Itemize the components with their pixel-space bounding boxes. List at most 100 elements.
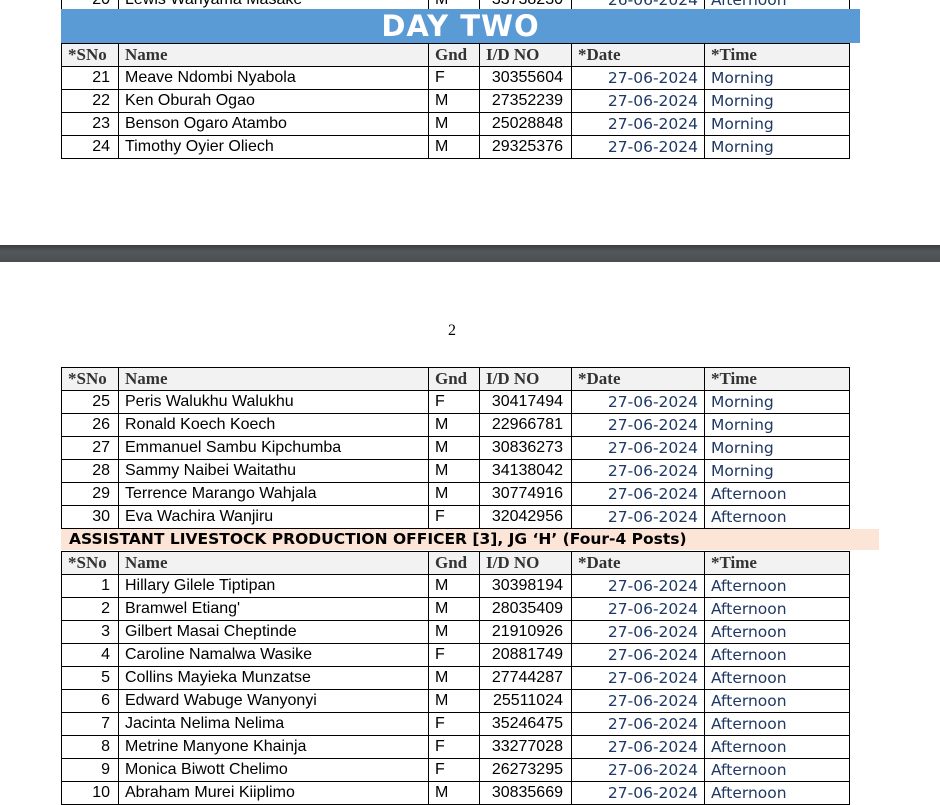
header-name: Name <box>118 367 429 391</box>
cell-id-number: 30836273 <box>479 436 572 460</box>
cell-gender: F <box>428 758 480 782</box>
header-gender: Gnd <box>428 43 480 67</box>
cell-date: 27-06-2024 <box>571 781 705 805</box>
header-date: *Date <box>571 43 705 67</box>
cell-id-number: 25511024 <box>479 689 572 713</box>
cell-date: 27-06-2024 <box>571 689 705 713</box>
cell-name: Hillary Gilele Tiptipan <box>118 574 429 598</box>
cell-id-number: 28035409 <box>479 597 572 621</box>
cell-time: Morning <box>704 66 850 90</box>
schedule-table-day-two: *SNo Name Gnd I/D NO *Date *Time 21 Meave… <box>61 43 850 159</box>
cell-time: Afternoon <box>704 735 850 759</box>
cell-date: 27-06-2024 <box>571 436 705 460</box>
schedule-table-continued: *SNo Name Gnd I/D NO *Date *Time 25 Peris… <box>61 367 850 529</box>
cell-gender: F <box>428 390 480 414</box>
cell-date: 27-06-2024 <box>571 666 705 690</box>
cell-time: Morning <box>704 459 850 483</box>
table-header-row: *SNo Name Gnd I/D NO *Date *Time <box>61 43 850 67</box>
cell-id-number: 32042956 <box>479 505 572 529</box>
page-number: 2 <box>448 322 456 339</box>
cell-id-number: 26273295 <box>479 758 572 782</box>
cell-date: 27-06-2024 <box>571 712 705 736</box>
cell-date: 27-06-2024 <box>571 505 705 529</box>
table-row: 4 Caroline Namalwa Wasike F 20881749 27-06-2… <box>61 643 850 667</box>
cell-time: Morning <box>704 89 850 113</box>
cell-time: Morning <box>704 413 850 437</box>
header-sno: *SNo <box>61 551 119 575</box>
day-banner: DAY TWO <box>61 9 860 43</box>
cell-time: Afternoon <box>704 666 850 690</box>
table-row: 6 Edward Wabuge Wanyonyi M 25511024 27-06-20… <box>61 689 850 713</box>
header-time: *Time <box>704 367 850 391</box>
cell-id-number: 30355604 <box>479 66 572 90</box>
cell-sno: 5 <box>61 666 119 690</box>
cell-gender: M <box>428 666 480 690</box>
cell-time: Afternoon <box>704 574 850 598</box>
cell-sno: 25 <box>61 390 119 414</box>
cell-time: Afternoon <box>704 505 850 529</box>
cell-name: Sammy Naibei Waitathu <box>118 459 429 483</box>
cell-sno: 26 <box>61 413 119 437</box>
cell-sno: 4 <box>61 643 119 667</box>
cell-sno: 6 <box>61 689 119 713</box>
cell-sno: 10 <box>61 781 119 805</box>
cell-date: 27-06-2024 <box>571 597 705 621</box>
cell-sno: 29 <box>61 482 119 506</box>
header-date: *Date <box>571 367 705 391</box>
cell-time: Afternoon <box>704 689 850 713</box>
cell-gender: M <box>428 89 480 113</box>
cell-name: Benson Ogaro Atambo <box>118 112 429 136</box>
header-date: *Date <box>571 551 705 575</box>
cell-gender: M <box>428 436 480 460</box>
table-row: 29 Terrence Marango Wahjala M 30774916 27-06… <box>61 482 850 506</box>
table-row: 7 Jacinta Nelima Nelima F 35246475 27-06-202… <box>61 712 850 736</box>
cell-id-number: 27744287 <box>479 666 572 690</box>
header-name: Name <box>118 551 429 575</box>
cell-sno: 24 <box>61 135 119 159</box>
header-gender: Gnd <box>428 551 480 575</box>
cell-time: Afternoon <box>704 781 850 805</box>
cell-id-number: 30774916 <box>479 482 572 506</box>
cell-name: Collins Mayieka Munzatse <box>118 666 429 690</box>
cell-date: 27-06-2024 <box>571 643 705 667</box>
table-row: 8 Metrine Manyone Khainja F 33277028 27-06-2… <box>61 735 850 759</box>
header-gender: Gnd <box>428 367 480 391</box>
page-separator <box>0 245 940 262</box>
cell-time: Morning <box>704 390 850 414</box>
table-row: 25 Peris Walukhu Walukhu F 30417494 27-06-20… <box>61 390 850 414</box>
cell-gender: M <box>428 413 480 437</box>
cell-time: Morning <box>704 135 850 159</box>
header-id-number: I/D NO <box>479 551 572 575</box>
header-id-number: I/D NO <box>479 43 572 67</box>
cell-gender: M <box>428 112 480 136</box>
cell-id-number: 30835669 <box>479 781 572 805</box>
cell-sno: 2 <box>61 597 119 621</box>
cell-id-number: 34138042 <box>479 459 572 483</box>
table-row: 27 Emmanuel Sambu Kipchumba M 30836273 27-06… <box>61 436 850 460</box>
cell-id-number: 22966781 <box>479 413 572 437</box>
cell-date: 27-06-2024 <box>571 459 705 483</box>
cell-gender: M <box>428 459 480 483</box>
cell-time: Afternoon <box>704 712 850 736</box>
cell-gender: M <box>428 689 480 713</box>
cell-gender: M <box>428 781 480 805</box>
cell-date: 27-06-2024 <box>571 482 705 506</box>
cell-name: Abraham Murei Kiiplimo <box>118 781 429 805</box>
cell-name: Bramwel Etiang' <box>118 597 429 621</box>
cell-name: Terrence Marango Wahjala <box>118 482 429 506</box>
cell-gender: M <box>428 597 480 621</box>
cell-name: Jacinta Nelima Nelima <box>118 712 429 736</box>
cell-date: 27-06-2024 <box>571 620 705 644</box>
table-row: 30 Eva Wachira Wanjiru F 32042956 27-06-2024… <box>61 505 850 529</box>
cell-sno: 23 <box>61 112 119 136</box>
table-row: 2 Bramwel Etiang' M 28035409 27-06-2024 After… <box>61 597 850 621</box>
cell-time: Morning <box>704 112 850 136</box>
cell-sno: 9 <box>61 758 119 782</box>
cell-name: Emmanuel Sambu Kipchumba <box>118 436 429 460</box>
cell-gender: F <box>428 505 480 529</box>
cell-name: Ronald Koech Koech <box>118 413 429 437</box>
cell-date: 27-06-2024 <box>571 735 705 759</box>
cell-time: Afternoon <box>704 482 850 506</box>
cell-date: 27-06-2024 <box>571 758 705 782</box>
table-row: 5 Collins Mayieka Munzatse M 27744287 27-06-… <box>61 666 850 690</box>
